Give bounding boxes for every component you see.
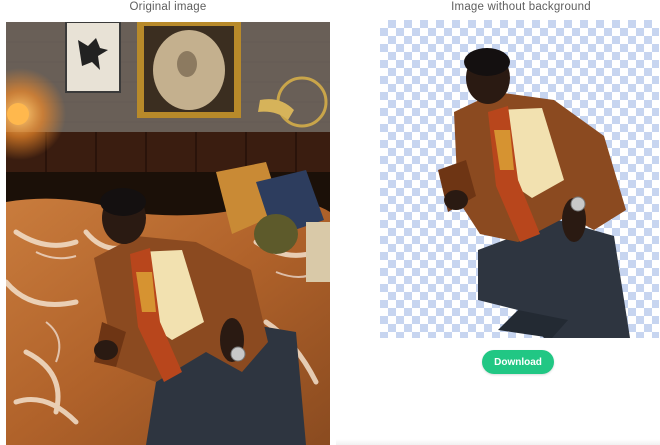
bottom-divider xyxy=(336,439,660,445)
original-photo xyxy=(6,22,330,445)
result-image-title: Image without background xyxy=(451,1,591,13)
original-image-title: Original image xyxy=(129,1,207,13)
download-button[interactable]: Download xyxy=(482,350,554,374)
background-removed-preview xyxy=(380,20,659,338)
